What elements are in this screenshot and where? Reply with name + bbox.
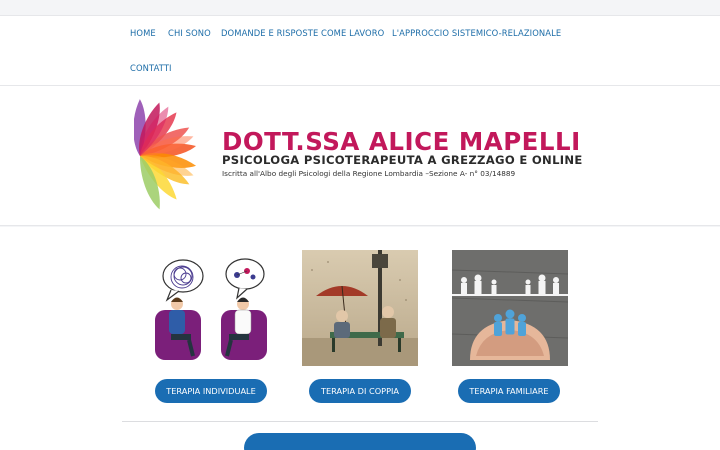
- doctor-name: DOTT.SSA ALICE MAPELLI: [222, 127, 581, 156]
- therapy-couple-image[interactable]: [302, 250, 418, 366]
- nav-home[interactable]: HOME: [130, 28, 156, 38]
- top-strip: [0, 0, 720, 16]
- nav-approccio-sistemico[interactable]: L'APPROCCIO SISTEMICO-RELAZIONALE: [392, 28, 561, 38]
- nav-domande-e-risposte[interactable]: DOMANDE E RISPOSTE: [221, 28, 318, 38]
- site-header: DOTT.SSA ALICE MAPELLI PSICOLOGA PSICOTE…: [0, 86, 720, 226]
- albo-registration: Iscritta all'Albo degli Psicologi della …: [222, 169, 516, 178]
- therapy-individual-image[interactable]: [153, 250, 269, 366]
- therapy-family-image[interactable]: [452, 250, 568, 366]
- flower-logo[interactable]: [134, 94, 214, 218]
- nav-contatti[interactable]: CONTATTI: [130, 63, 172, 73]
- section-divider: [122, 421, 598, 422]
- terapia-individuale-button[interactable]: TERAPIA INDIVIDUALE: [155, 379, 267, 403]
- nav-chi-sono[interactable]: CHI SONO: [168, 28, 211, 38]
- main-navigation: HOME CHI SONO DOMANDE E RISPOSTE COME LA…: [0, 16, 720, 86]
- terapia-familiare-button[interactable]: TERAPIA FAMILIARE: [458, 379, 560, 403]
- terapia-di-coppia-button[interactable]: TERAPIA DI COPPIA: [309, 379, 411, 403]
- therapy-section: TERAPIA INDIVIDUALE TERAPIA DI COPPIA TE…: [0, 227, 720, 450]
- nav-come-lavoro[interactable]: COME LAVORO: [321, 28, 384, 38]
- doctor-subtitle: PSICOLOGA PSICOTERAPEUTA A GREZZAGO E ON…: [222, 153, 583, 167]
- cta-button[interactable]: [244, 433, 476, 450]
